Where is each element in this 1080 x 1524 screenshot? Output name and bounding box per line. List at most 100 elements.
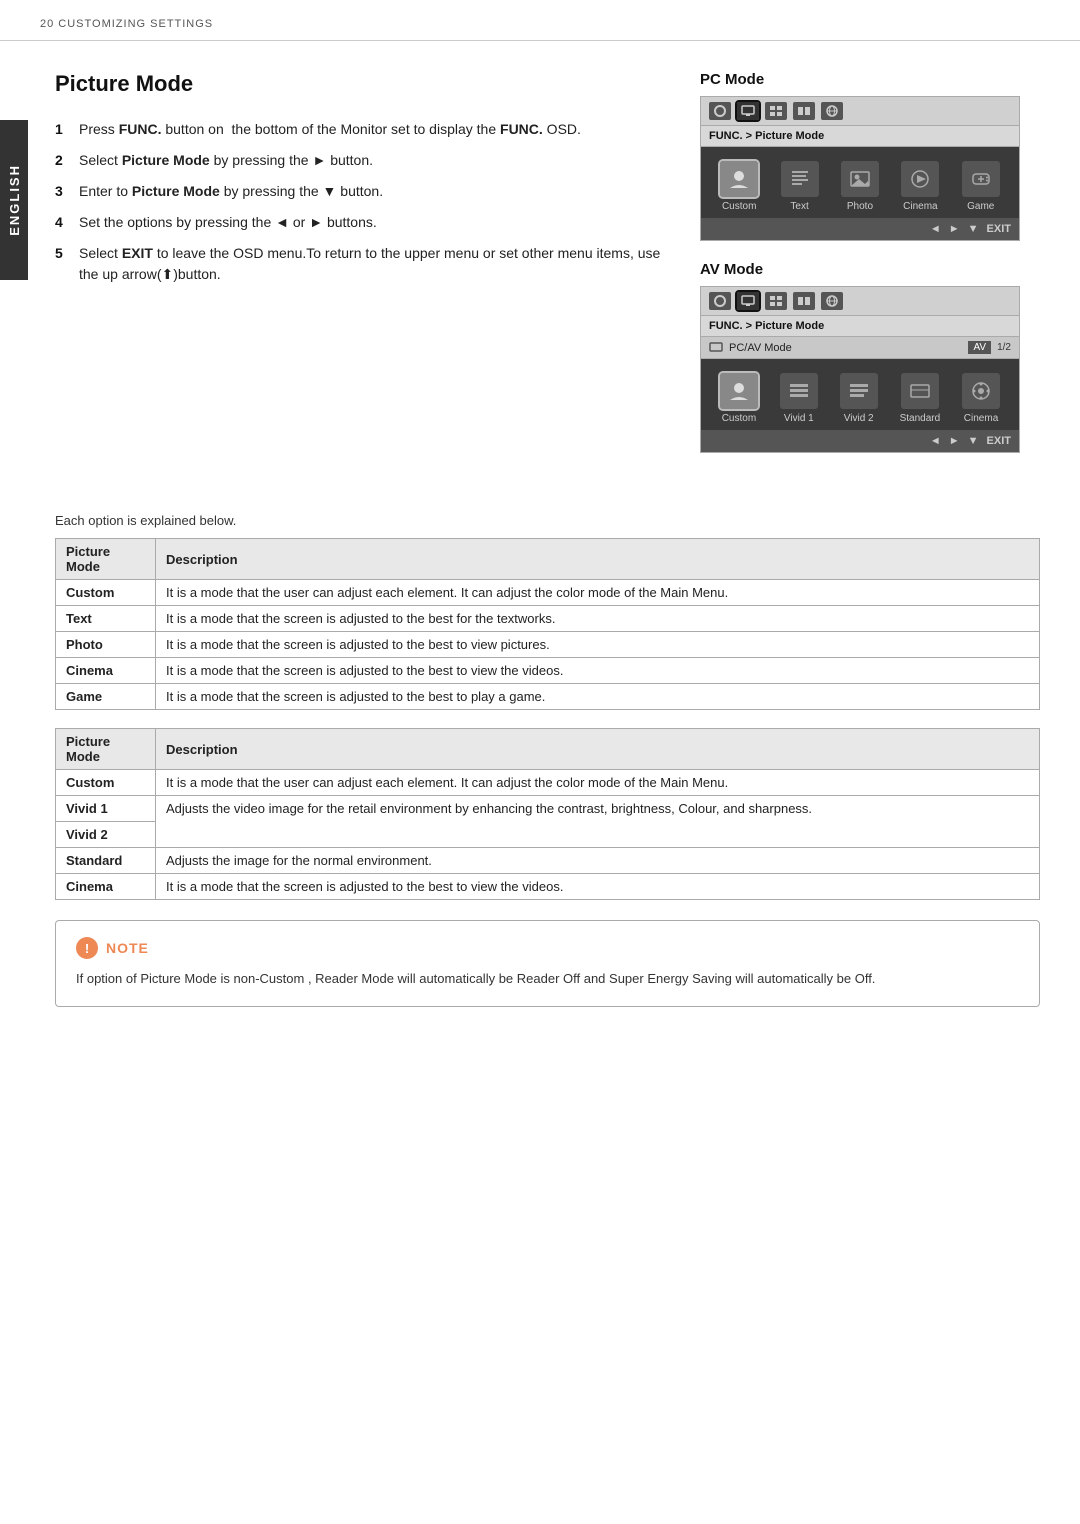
pc-row-text-mode: Text: [56, 606, 156, 632]
section-title: Picture Mode: [55, 71, 670, 97]
note-icon: !: [76, 937, 98, 959]
table-row: Cinema It is a mode that the screen is a…: [56, 874, 1040, 900]
pc-icon-photo: Photo: [841, 161, 879, 212]
av-row-vivid1-mode: Vivid 1: [56, 796, 156, 822]
main-content: Picture Mode 1 Press FUNC. button on the…: [0, 41, 1080, 503]
note-title: NOTE: [106, 940, 149, 956]
av-row-cinema-mode: Cinema: [56, 874, 156, 900]
av-table-col1-header: Picture Mode: [56, 729, 156, 770]
av-row-standard-mode: Standard: [56, 848, 156, 874]
av-row-vivid2-mode: Vivid 2: [56, 822, 156, 848]
av-row-cinema-desc: It is a mode that the screen is adjusted…: [156, 874, 1040, 900]
pc-icon-custom: Custom: [720, 161, 758, 212]
explanation-text: Each option is explained below.: [55, 513, 1040, 528]
av-icon-vivid1: Vivid 1: [780, 373, 818, 424]
av-icon-custom: Custom: [720, 373, 758, 424]
pc-icons-row: Custom Text Photo: [701, 147, 1019, 218]
step-3: 3 Enter to Picture Mode by pressing the …: [55, 181, 670, 202]
table-row: Cinema It is a mode that the screen is a…: [56, 658, 1040, 684]
note-header: ! NOTE: [76, 937, 1019, 959]
toolbar-icon-5: [821, 102, 843, 120]
step-5: 5 Select EXIT to leave the OSD menu.To r…: [55, 243, 670, 285]
side-tab-label: ENGLISH: [7, 164, 22, 236]
pc-icon-box-photo: [841, 161, 879, 197]
page-header: 20 Customizing Settings: [0, 0, 1080, 41]
av-icon-cinema: Cinema: [962, 373, 1000, 424]
av-icon-box-standard: [901, 373, 939, 409]
pc-icon-box-cinema: [901, 161, 939, 197]
pc-row-cinema-desc: It is a mode that the screen is adjusted…: [156, 658, 1040, 684]
av-table-section: Picture Mode Description Custom It is a …: [55, 728, 1040, 900]
toolbar-icons-pc: [709, 102, 843, 120]
av-mode-mockup: FUNC. > Picture Mode PC/AV Mode AV 1/2 C…: [700, 286, 1020, 453]
pc-monitor-footer: ◄ ► ▼ EXIT: [701, 218, 1019, 240]
pc-row-photo-mode: Photo: [56, 632, 156, 658]
av-toolbar: [701, 287, 1019, 316]
av-toolbar-icon-3: [765, 292, 787, 310]
av-toolbar-icon-4: [793, 292, 815, 310]
pc-av-label: PC/AV Mode: [729, 342, 792, 354]
av-row-custom-desc: It is a mode that the user can adjust ea…: [156, 770, 1040, 796]
pc-table-section: Picture Mode Description Custom It is a …: [55, 538, 1040, 710]
table-row: Custom It is a mode that the user can ad…: [56, 770, 1040, 796]
steps-list: 1 Press FUNC. button on the bottom of th…: [55, 119, 670, 285]
table-row: Custom It is a mode that the user can ad…: [56, 580, 1040, 606]
pc-table-col2-header: Description: [156, 539, 1040, 580]
av-row-vivid12-desc: Adjusts the video image for the retail e…: [156, 796, 1040, 848]
pc-av-row: PC/AV Mode AV 1/2: [701, 337, 1019, 359]
step-4: 4 Set the options by pressing the ◄ or ►…: [55, 212, 670, 233]
av-table-header-row: Picture Mode Description: [56, 729, 1040, 770]
pc-row-game-mode: Game: [56, 684, 156, 710]
pc-mode-label: PC Mode: [700, 71, 1040, 88]
pc-icon-box-text: [781, 161, 819, 197]
av-monitor-footer: ◄ ► ▼ EXIT: [701, 430, 1019, 452]
toolbar-icon-1: [709, 102, 731, 120]
av-icon-box-vivid1: [780, 373, 818, 409]
av-badge: AV: [968, 341, 991, 354]
av-icon-standard: Standard: [900, 373, 941, 424]
step-1: 1 Press FUNC. button on the bottom of th…: [55, 119, 670, 140]
av-table-col2-header: Description: [156, 729, 1040, 770]
av-table: Picture Mode Description Custom It is a …: [55, 728, 1040, 900]
pc-icon-cinema: Cinema: [901, 161, 939, 212]
left-column: Picture Mode 1 Press FUNC. button on the…: [55, 71, 670, 473]
av-icon-box-cinema: [962, 373, 1000, 409]
pc-row-photo-desc: It is a mode that the screen is adjusted…: [156, 632, 1040, 658]
av-toolbar-icon-1: [709, 292, 731, 310]
av-row-standard-desc: Adjusts the image for the normal environ…: [156, 848, 1040, 874]
pc-row-custom-desc: It is a mode that the user can adjust ea…: [156, 580, 1040, 606]
table-row: Text It is a mode that the screen is adj…: [56, 606, 1040, 632]
step-2: 2 Select Picture Mode by pressing the ► …: [55, 150, 670, 171]
toolbar-icon-2: [737, 102, 759, 120]
table-row: Photo It is a mode that the screen is ad…: [56, 632, 1040, 658]
pc-row-text-desc: It is a mode that the screen is adjusted…: [156, 606, 1040, 632]
pc-toolbar: [701, 97, 1019, 126]
pc-table-col1-header: Picture Mode: [56, 539, 156, 580]
table-row: Vivid 1 Adjusts the video image for the …: [56, 796, 1040, 822]
av-row-custom-mode: Custom: [56, 770, 156, 796]
toolbar-icon-3: [765, 102, 787, 120]
av-icon-box-vivid2: [840, 373, 878, 409]
pc-row-cinema-mode: Cinema: [56, 658, 156, 684]
pc-icon-box-game: [962, 161, 1000, 197]
pc-func-label: FUNC. > Picture Mode: [701, 126, 1019, 147]
toolbar-icon-4: [793, 102, 815, 120]
av-icon-vivid2: Vivid 2: [840, 373, 878, 424]
av-icon-box-custom: [720, 373, 758, 409]
table-row: Standard Adjusts the image for the norma…: [56, 848, 1040, 874]
pc-row-custom-mode: Custom: [56, 580, 156, 606]
note-box: ! NOTE If option of Picture Mode is non-…: [55, 920, 1040, 1007]
pc-table-header-row: Picture Mode Description: [56, 539, 1040, 580]
pc-icon-text: Text: [781, 161, 819, 212]
pc-table: Picture Mode Description Custom It is a …: [55, 538, 1040, 710]
toolbar-icons-av: [709, 292, 843, 310]
av-icons-row: Custom Vivid 1 Vivid 2: [701, 359, 1019, 430]
av-mode-label: AV Mode: [700, 261, 1040, 278]
av-toolbar-icon-2: [737, 292, 759, 310]
side-tab: ENGLISH: [0, 120, 28, 280]
table-row: Game It is a mode that the screen is adj…: [56, 684, 1040, 710]
right-column: PC Mode: [700, 71, 1040, 473]
av-toolbar-icon-5: [821, 292, 843, 310]
av-func-label: FUNC. > Picture Mode: [701, 316, 1019, 337]
page-indicator: 1/2: [997, 342, 1011, 353]
